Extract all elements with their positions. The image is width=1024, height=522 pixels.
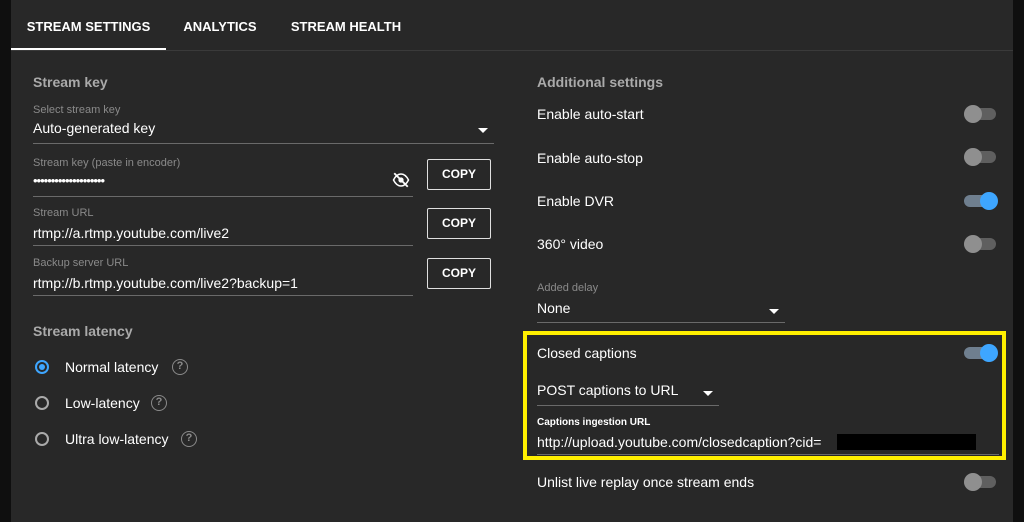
ultra-low-latency-label[interactable]: Ultra low-latency [65,431,168,447]
visibility-off-icon[interactable] [392,171,410,189]
select-stream-key-value[interactable]: Auto-generated key [33,120,155,136]
chevron-down-icon[interactable] [703,391,713,396]
captions-url-label: Captions ingestion URL [537,417,651,428]
captions-url-field[interactable]: http://upload.youtube.com/closedcaption?… [537,434,821,450]
redaction-block [837,434,976,450]
dvr-toggle[interactable] [964,191,998,211]
backup-url-label: Backup server URL [33,257,129,269]
delay-underline [537,322,785,323]
select-stream-key-label: Select stream key [33,104,121,116]
help-icon[interactable]: ? [172,359,188,375]
backup-url-field[interactable]: rtmp://b.rtmp.youtube.com/live2?backup=1 [33,275,298,291]
copy-stream-url-button[interactable]: COPY [427,208,491,239]
dvr-label: Enable DVR [537,193,615,209]
stream-key-field[interactable]: •••••••••••••••••••• [33,173,105,188]
auto-stop-toggle[interactable] [964,147,998,167]
stream-latency-title: Stream latency [33,323,133,339]
chevron-down-icon[interactable] [478,128,488,133]
auto-start-label: Enable auto-start [537,106,644,122]
help-icon[interactable]: ? [151,395,167,411]
auto-start-toggle[interactable] [964,104,998,124]
captions-method-select[interactable]: POST captions to URL [537,382,678,398]
stream-url-field[interactable]: rtmp://a.rtmp.youtube.com/live2 [33,225,229,241]
stream-url-underline [33,245,413,246]
normal-latency-label[interactable]: Normal latency [65,359,158,375]
chevron-down-icon[interactable] [769,309,779,314]
radio-low-latency[interactable] [35,396,49,410]
video-360-label: 360° video [537,236,604,252]
help-icon[interactable]: ? [181,431,197,447]
radio-ultra-low-latency[interactable] [35,432,49,446]
tab-stream-settings[interactable]: STREAM SETTINGS [11,0,166,50]
stream-settings-panel: STREAM SETTINGS ANALYTICS STREAM HEALTH … [11,0,1013,522]
copy-backup-url-button[interactable]: COPY [427,258,491,289]
tab-stream-health[interactable]: STREAM HEALTH [290,0,402,50]
radio-normal-latency[interactable] [35,360,49,374]
select-underline [33,143,494,144]
auto-stop-label: Enable auto-stop [537,150,643,166]
backup-url-underline [33,295,413,296]
stream-url-label: Stream URL [33,207,94,219]
copy-stream-key-button[interactable]: COPY [427,159,491,190]
stream-key-label: Stream key (paste in encoder) [33,157,181,169]
additional-settings-title: Additional settings [537,74,663,90]
captions-method-underline [537,405,719,406]
tab-bar: STREAM SETTINGS ANALYTICS STREAM HEALTH [11,0,1013,51]
added-delay-label: Added delay [537,282,599,294]
closed-captions-label: Closed captions [537,345,637,361]
stream-key-title: Stream key [33,74,108,90]
unlist-replay-toggle[interactable] [964,472,998,492]
unlist-replay-label: Unlist live replay once stream ends [537,474,755,490]
video-360-toggle[interactable] [964,234,998,254]
tab-analytics[interactable]: ANALYTICS [178,0,262,50]
added-delay-value[interactable]: None [537,300,570,316]
captions-url-underline [537,454,999,455]
stream-key-underline [33,196,413,197]
low-latency-label[interactable]: Low-latency [65,395,140,411]
closed-captions-toggle[interactable] [964,343,998,363]
